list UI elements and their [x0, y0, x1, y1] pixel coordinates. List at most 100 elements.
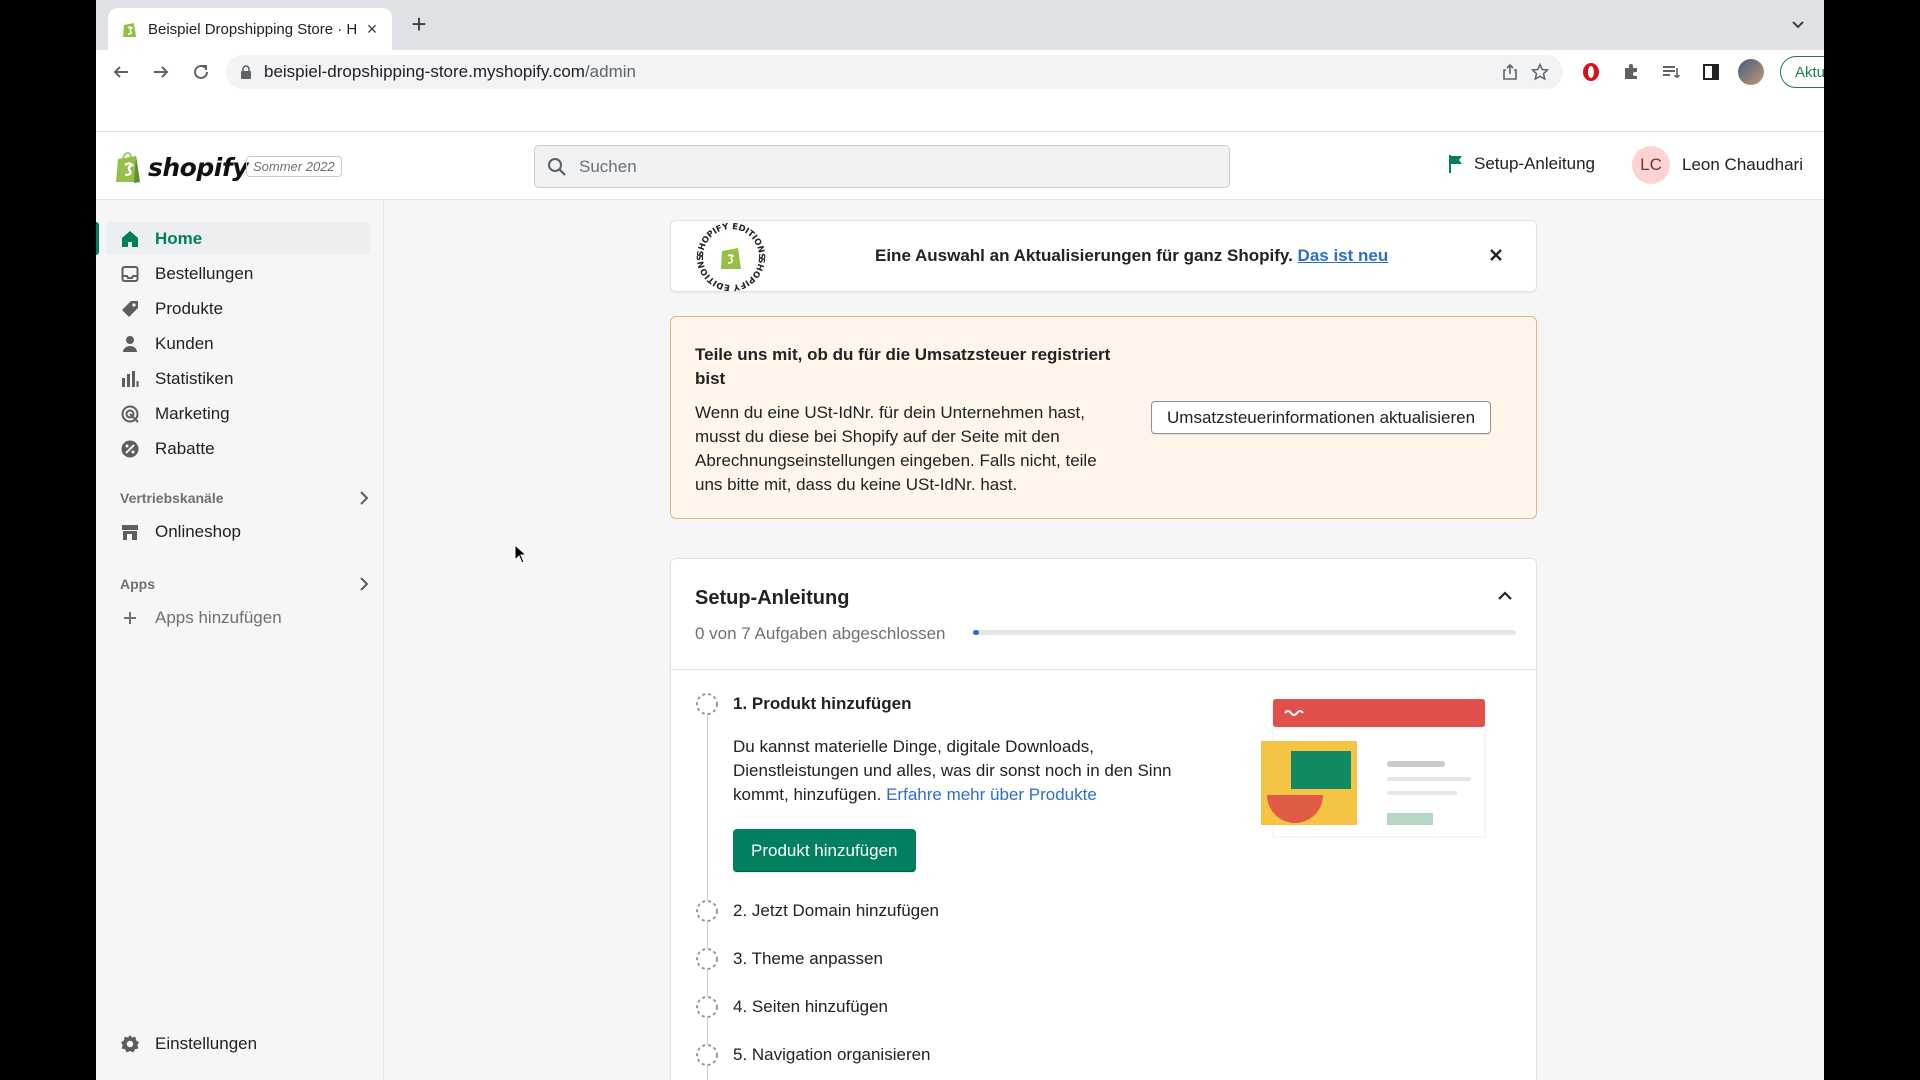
tab-title: Beispiel Dropshipping Store · H: [148, 20, 358, 38]
section-title-label: Vertriebskanäle: [120, 490, 224, 506]
task-label: 3. Theme anpassen: [733, 949, 883, 968]
back-icon[interactable]: [102, 53, 140, 91]
close-icon[interactable]: [1484, 243, 1508, 267]
setup-guide-card: Setup-Anleitung 0 von 7 Aufgaben abgesch…: [670, 558, 1537, 1080]
task-description: Du kannst materielle Dinge, digitale Dow…: [733, 735, 1203, 807]
reload-icon[interactable]: [182, 53, 220, 91]
add-product-button[interactable]: Produkt hinzufügen: [733, 829, 916, 872]
learn-more-products-link[interactable]: Erfahre mehr über Produkte: [886, 785, 1097, 804]
dashed-circle-icon: [696, 1044, 718, 1066]
sidebar-item-analytics[interactable]: Statistiken: [106, 362, 370, 395]
edition-badge[interactable]: Sommer 2022: [246, 156, 342, 177]
sidebar-item-customers[interactable]: Kunden: [106, 327, 370, 360]
dashed-circle-icon: [696, 900, 718, 922]
sidebar-item-label: Marketing: [155, 403, 230, 423]
extensions-puzzle-icon[interactable]: [1616, 57, 1646, 87]
sidebar-item-label: Einstellungen: [155, 1033, 258, 1053]
browser-window: Beispiel Dropshipping Store · H × + beis…: [96, 0, 1824, 1080]
bookmark-star-icon[interactable]: [1531, 63, 1549, 81]
tab-close-icon[interactable]: ×: [362, 19, 382, 40]
user-name: Leon Chaudhari: [1682, 155, 1803, 174]
browser-tab[interactable]: Beispiel Dropshipping Store · H ×: [108, 8, 392, 50]
update-browser-button[interactable]: Aktualisieren⋮: [1780, 56, 1824, 88]
sidebar-item-products[interactable]: Produkte: [106, 292, 370, 325]
setup-guide-title: Setup-Anleitung: [695, 587, 850, 609]
divider: [671, 669, 1536, 670]
new-tab-icon[interactable]: +: [404, 10, 434, 40]
search-input[interactable]: Suchen: [534, 145, 1230, 188]
toolbar: beispiel-dropshipping-store.myshopify.co…: [96, 50, 1824, 94]
target-icon: [120, 404, 140, 424]
admin-topbar: shopify Sommer 2022 Suchen Setup-Anleitu…: [96, 132, 1824, 200]
sidebar-item-label: Home: [155, 228, 203, 248]
sidebar-item-label: Kunden: [155, 333, 214, 353]
bookmarks-spacer: [96, 94, 1824, 132]
chevron-right-icon[interactable]: [358, 576, 370, 592]
gear-icon: [120, 1034, 140, 1054]
sidebar-item-home[interactable]: Home: [106, 222, 370, 255]
user-menu[interactable]: LC Leon Chaudhari: [1632, 146, 1803, 184]
shopify-editions-badge-icon: SHOPIFY EDITIONS SHOPIFY EDITIONS: [696, 222, 766, 292]
task-add-product[interactable]: 1. Produkt hinzufügen: [695, 692, 912, 716]
tag-icon: [120, 299, 140, 319]
task-add-pages[interactable]: 4. Seiten hinzufügen: [695, 995, 888, 1019]
active-indicator: [96, 222, 99, 255]
avatar: LC: [1632, 146, 1670, 184]
sidebar-item-label: Produkte: [155, 298, 224, 318]
opera-extension-icon[interactable]: [1576, 57, 1606, 87]
whats-new-link[interactable]: Das ist neu: [1298, 246, 1389, 265]
reading-list-icon[interactable]: [1656, 57, 1686, 87]
sidebar-item-orders[interactable]: Bestellungen: [106, 257, 370, 290]
task-customize-theme[interactable]: 3. Theme anpassen: [695, 947, 883, 971]
shopify-logo[interactable]: shopify: [114, 150, 249, 184]
task-label: 1. Produkt hinzufügen: [733, 694, 912, 713]
lock-icon: [241, 65, 251, 79]
chevron-up-icon[interactable]: [1496, 587, 1514, 605]
product-illustration: [1261, 699, 1486, 838]
sidebar-item-label: Statistiken: [155, 368, 234, 388]
sidebar-item-onlineshop[interactable]: Onlineshop: [106, 515, 370, 548]
share-icon[interactable]: [1501, 63, 1519, 81]
sidebar-item-settings[interactable]: Einstellungen: [106, 1027, 370, 1060]
sidebar-item-marketing[interactable]: Marketing: [106, 397, 370, 430]
forward-icon[interactable]: [142, 53, 180, 91]
side-panel-icon[interactable]: [1696, 57, 1726, 87]
bar-chart-icon: [120, 369, 140, 389]
sidebar-item-label: Onlineshop: [155, 521, 242, 541]
apps-header[interactable]: Apps: [120, 576, 370, 592]
update-label: Aktualisieren: [1795, 63, 1824, 81]
tab-search-chevron-icon[interactable]: [1788, 14, 1808, 34]
search-icon: [548, 157, 566, 176]
sidebar-item-discounts[interactable]: Rabatte: [106, 432, 370, 465]
task-organize-navigation[interactable]: 5. Navigation organisieren: [695, 1043, 931, 1067]
section-title-label: Apps: [120, 576, 155, 592]
banner-text: Eine Auswahl an Aktualisierungen für gan…: [875, 246, 1388, 266]
dashed-circle-icon: [696, 948, 718, 970]
setup-guide-link[interactable]: Setup-Anleitung: [1448, 154, 1595, 174]
url-path: /admin: [584, 62, 636, 81]
chevron-right-icon[interactable]: [358, 490, 370, 506]
sidebar-item-add-apps[interactable]: Apps hinzufügen: [106, 601, 370, 634]
search-placeholder: Suchen: [579, 156, 637, 176]
tax-warning-card: Teile uns mit, ob du für die Umsatzsteue…: [670, 316, 1537, 519]
tab-strip: Beispiel Dropshipping Store · H × +: [96, 0, 1824, 50]
editions-banner: SHOPIFY EDITIONS SHOPIFY EDITIONS Eine A…: [670, 220, 1537, 292]
dashed-circle-icon: [696, 693, 718, 715]
update-tax-info-button[interactable]: Umsatzsteuerinformationen aktualisieren: [1151, 401, 1492, 434]
home-icon: [120, 229, 140, 249]
store-icon: [120, 522, 140, 542]
dashed-circle-icon: [696, 996, 718, 1018]
sales-channels-header[interactable]: Vertriebskanäle: [120, 490, 370, 506]
tax-description: Wenn du eine USt-IdNr. für dein Unterneh…: [695, 403, 1097, 494]
setup-guide-label: Setup-Anleitung: [1474, 154, 1595, 173]
brand-wordmark: shopify: [148, 152, 249, 182]
task-add-domain[interactable]: 2. Jetzt Domain hinzufügen: [695, 899, 939, 923]
address-bar[interactable]: beispiel-dropshipping-store.myshopify.co…: [226, 55, 1563, 89]
sidebar-item-label: Apps hinzufügen: [155, 607, 282, 627]
task-timeline-line: [707, 707, 708, 1080]
setup-progress-bar: [973, 630, 1516, 635]
tax-title: Teile uns mit, ob du für die Umsatzsteue…: [695, 345, 1111, 388]
banner-message: Eine Auswahl an Aktualisierungen für gan…: [875, 246, 1293, 265]
profile-avatar-icon[interactable]: [1736, 57, 1766, 87]
shopify-bag-icon: [116, 152, 140, 183]
